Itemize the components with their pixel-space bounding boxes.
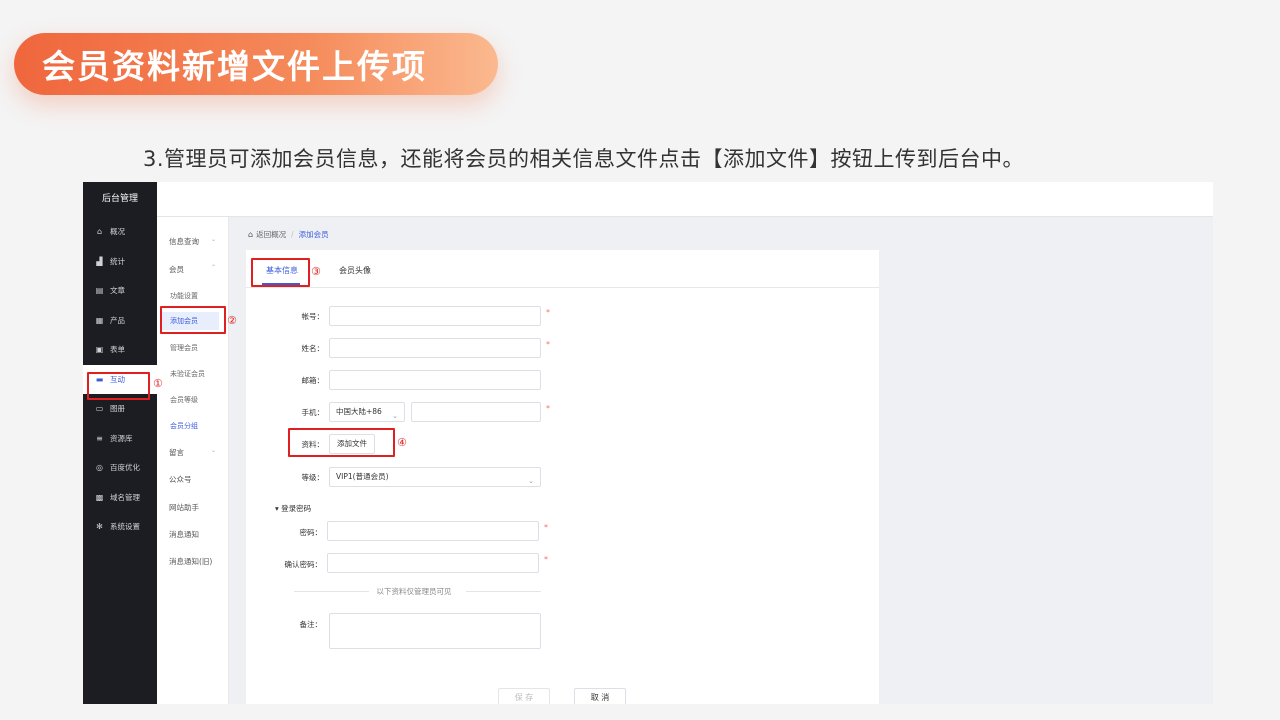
account-label: 帐号：	[301, 312, 325, 321]
cancel-button[interactable]: 取 消	[574, 688, 626, 704]
password-required-mark: *	[544, 523, 548, 532]
email-input[interactable]	[329, 370, 541, 390]
name-label: 姓名：	[301, 344, 325, 353]
sidebar-item-2[interactable]: ▟ 统计	[83, 247, 157, 277]
annotation-box-2	[160, 306, 226, 334]
tab-divider	[246, 287, 879, 288]
level-select[interactable]: VIP1(普通会员) ⌄	[329, 467, 541, 487]
account-required-mark: *	[546, 308, 550, 317]
chart-icon: ▟	[96, 256, 103, 266]
phone-label: 手机：	[301, 408, 325, 417]
gear-icon: ✻	[96, 522, 103, 532]
submenu-function-settings[interactable]: 功能设置	[170, 291, 198, 301]
slide-caption: 3.管理员可添加会员信息，还能将会员的相关信息文件点击【添加文件】按钮上传到后台…	[143, 147, 1025, 171]
email-label: 邮箱：	[301, 376, 325, 385]
submenu-unverified-members[interactable]: 未验证会员	[170, 369, 205, 379]
annotation-number-2: ②	[227, 314, 237, 327]
home-icon: ⌂	[248, 230, 254, 239]
sidebar-item-label: 域名管理	[110, 492, 140, 502]
annotation-box-3	[251, 258, 310, 287]
database-icon: ≡	[96, 433, 103, 443]
name-required-mark: *	[546, 340, 550, 349]
divider-right	[466, 591, 541, 592]
sidebar-item-3[interactable]: ▤ 文章	[83, 276, 157, 306]
annotation-number-3: ③	[311, 265, 321, 278]
domain-icon: ▩	[95, 492, 104, 502]
sidebar-item-label: 概况	[110, 227, 125, 237]
submenu-manage-members[interactable]: 管理会员	[170, 343, 198, 353]
sidebar-brand: 后台管理	[101, 194, 138, 204]
remark-label: 备注：	[299, 620, 323, 629]
phone-required-mark: *	[546, 404, 550, 413]
sidebar-item-10[interactable]: ▩ 域名管理	[83, 483, 157, 513]
sidebar-item-9[interactable]: ◎ 百度优化	[83, 453, 157, 483]
password-section-toggle[interactable]: ▾ 登录密码	[275, 503, 311, 514]
sidebar-item-label: 统计	[110, 256, 125, 266]
form-panel: 基本信息 会员头像 帐号： * 姓名： * 邮箱： 手机： 中国大陆+86 ⌄ *…	[246, 250, 879, 704]
account-input[interactable]	[329, 306, 541, 326]
password-input[interactable]	[327, 521, 539, 541]
annotation-box-1	[87, 372, 150, 400]
submenu-notification-old[interactable]: 消息通知(旧)	[169, 556, 212, 567]
tab-member-avatar[interactable]: 会员头像	[339, 265, 371, 276]
sidebar-item-label: 表单	[110, 345, 125, 355]
submenu-member-group[interactable]: 会员分组	[170, 421, 198, 431]
phone-region-select[interactable]: 中国大陆+86 ⌄	[329, 402, 405, 422]
remark-textarea[interactable]	[329, 613, 541, 649]
sidebar-item-label: 资源库	[110, 433, 133, 443]
submenu-member-level[interactable]: 会员等级	[170, 395, 198, 405]
breadcrumb: ⌂ 返回概况 / 添加会员	[248, 229, 329, 240]
save-button[interactable]: 保 存	[498, 688, 550, 704]
grid-icon: ▦	[95, 315, 104, 325]
submenu-member[interactable]: 会员 ⌃	[169, 264, 216, 275]
sidebar-item-label: 图册	[110, 404, 125, 414]
sidebar-item-1[interactable]: ⌂ 概况	[83, 217, 157, 247]
submenu-official-account[interactable]: 公众号	[169, 474, 192, 485]
admin-screenshot: 后台管理 ⌂ 概况 ▟ 统计 ▤ 文章 ▦ 产品 ▣ 表单 ▬ 互动 ▭ 图册 ≡ 资源库 ◎ 百度优化 ▩ 域名管理…	[83, 182, 1213, 704]
sidebar-item-5[interactable]: ▣ 表单	[83, 335, 157, 365]
main-sidebar: 后台管理 ⌂ 概况 ▟ 统计 ▤ 文章 ▦ 产品 ▣ 表单 ▬ 互动 ▭ 图册 ≡ 资源库 ◎ 百度优化 ▩ 域名管理…	[83, 182, 157, 704]
sidebar-item-label: 系统设置	[110, 522, 140, 532]
sidebar-item-label: 百度优化	[110, 463, 140, 473]
submenu-site-assistant[interactable]: 网站助手	[169, 502, 199, 513]
breadcrumb-current: 添加会员	[298, 230, 329, 239]
level-label: 等级：	[301, 473, 325, 482]
confirm-password-required-mark: *	[544, 555, 548, 564]
chevron-down-icon: ⌄	[528, 477, 534, 485]
chevron-down-icon: ⌄	[392, 412, 398, 420]
sidebar-item-label: 产品	[110, 315, 125, 325]
annotation-number-1: ①	[153, 377, 163, 390]
top-bar	[157, 182, 1213, 217]
password-label: 密码：	[299, 528, 323, 537]
clipboard-icon: ▣	[95, 345, 104, 355]
sidebar-item-label: 文章	[110, 286, 125, 296]
sidebar-item-8[interactable]: ≡ 资源库	[83, 424, 157, 454]
phone-input[interactable]	[411, 402, 541, 422]
sub-sidebar: 信息查询 ⌄ 会员 ⌃ 功能设置 添加会员 管理会员 未验证会员 会员等级 会员分组…	[157, 217, 229, 704]
slide-title: 会员资料新增文件上传项	[14, 33, 498, 95]
breadcrumb-back-link[interactable]: 返回概况	[256, 230, 286, 239]
breadcrumb-separator: /	[291, 230, 294, 239]
annotation-number-4: ④	[397, 436, 407, 449]
sidebar-item-4[interactable]: ▦ 产品	[83, 306, 157, 336]
submenu-info-query[interactable]: 信息查询 ⌄	[169, 236, 216, 247]
image-icon: ▭	[95, 404, 104, 414]
target-icon: ◎	[96, 463, 103, 473]
sidebar-item-11[interactable]: ✻ 系统设置	[83, 512, 157, 542]
name-input[interactable]	[329, 338, 541, 358]
confirm-password-label: 确认密码：	[284, 560, 323, 569]
confirm-password-input[interactable]	[327, 553, 539, 573]
submenu-message[interactable]: 留言 ⌄	[169, 447, 216, 458]
submenu-notification[interactable]: 消息通知	[169, 529, 199, 540]
home-icon: ⌂	[96, 227, 103, 237]
document-icon: ▤	[95, 286, 104, 296]
annotation-box-4	[288, 428, 395, 457]
